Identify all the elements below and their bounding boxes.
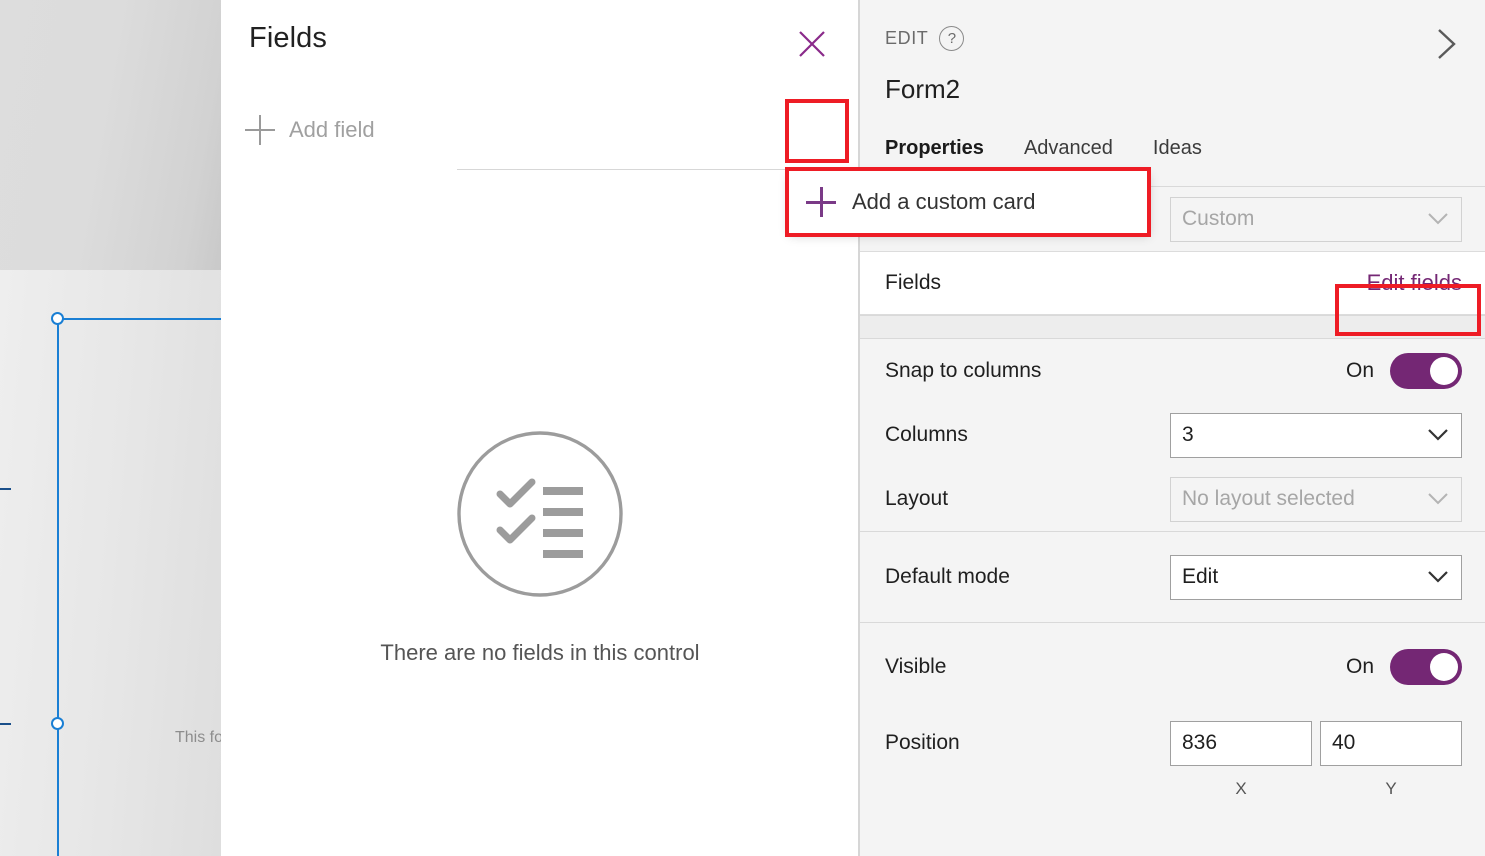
- add-custom-card-menu-item[interactable]: Add a custom card: [789, 171, 1149, 233]
- columns-value: 3: [1182, 423, 1194, 446]
- group-layout: Snap to columns On Columns 3 Layout No l…: [860, 339, 1485, 531]
- properties-panel-header: EDIT ? Form2: [860, 0, 1485, 136]
- visible-label: Visible: [885, 655, 947, 678]
- position-label: Position: [885, 731, 960, 754]
- checklist-icon: [457, 431, 623, 597]
- default-mode-select[interactable]: Edit: [1170, 554, 1462, 600]
- row-snap-to-columns: Snap to columns On: [860, 339, 1485, 403]
- tab-ideas[interactable]: Ideas: [1153, 137, 1202, 167]
- add-custom-card-label: Add a custom card: [852, 189, 1036, 214]
- help-icon[interactable]: ?: [939, 26, 965, 51]
- toggle-knob: [1430, 653, 1458, 681]
- visible-state: On: [1345, 655, 1374, 678]
- tab-properties[interactable]: Properties: [885, 137, 984, 170]
- row-default-mode: Default mode Edit: [860, 532, 1485, 622]
- selection-outline-top: [57, 318, 221, 320]
- app-root: This fo Fields Add field ···: [0, 0, 1485, 856]
- chevron-down-icon: [1428, 571, 1448, 583]
- row-visible: Visible On: [860, 623, 1485, 711]
- control-name: Form2: [885, 74, 961, 104]
- default-mode-value: Edit: [1182, 565, 1219, 588]
- properties-panel: EDIT ? Form2 Properties Advanced Ideas D…: [859, 0, 1485, 856]
- row-columns: Columns 3: [860, 403, 1485, 467]
- plus-icon: [806, 187, 836, 217]
- plus-icon: [245, 114, 277, 146]
- snap-to-columns-state: On: [1345, 359, 1374, 382]
- position-y-input[interactable]: 40: [1320, 720, 1462, 766]
- fields-panel-title: Fields: [249, 22, 327, 54]
- fields-empty-message: There are no fields in this control: [380, 640, 700, 665]
- group-default-mode: Default mode Edit: [860, 531, 1485, 622]
- default-mode-label: Default mode: [885, 565, 1010, 588]
- selection-outline-left: [57, 318, 59, 856]
- snap-to-columns-label: Snap to columns: [885, 359, 1042, 382]
- add-field-label: Add field: [289, 117, 375, 142]
- chevron-down-icon: [1428, 493, 1448, 505]
- data-source-select[interactable]: Custom: [1170, 196, 1462, 242]
- canvas-edge-tick: [0, 488, 11, 490]
- fields-row-label: Fields: [885, 271, 942, 294]
- selection-handle-middle-left[interactable]: [51, 717, 64, 730]
- canvas-form-hint-text: This fo: [175, 729, 221, 746]
- canvas-edge-tick: [0, 723, 11, 725]
- row-fields: Fields Edit fields: [860, 251, 1485, 315]
- edit-label: EDIT: [885, 28, 929, 48]
- canvas-toolbar-backdrop: [0, 0, 221, 270]
- row-layout: Layout No layout selected: [860, 467, 1485, 531]
- position-x-input[interactable]: 836: [1170, 720, 1312, 766]
- tab-advanced[interactable]: Advanced: [1024, 137, 1113, 167]
- edit-mode-indicator: EDIT ?: [885, 26, 965, 51]
- add-field-button[interactable]: Add field: [245, 114, 375, 146]
- edit-fields-link[interactable]: Edit fields: [1367, 270, 1462, 296]
- fields-panel: Fields Add field ···: [221, 0, 1066, 856]
- toggle-knob: [1430, 357, 1458, 385]
- properties-rows: Data source Custom Fields Edit: [860, 186, 1485, 856]
- position-axis-captions: X Y: [1170, 779, 1462, 799]
- group-appearance: Visible On Position 836 40 X Y: [860, 622, 1485, 798]
- add-field-row: Add field: [221, 100, 859, 160]
- close-icon[interactable]: [792, 24, 832, 64]
- canvas-screen-surface[interactable]: [0, 270, 221, 856]
- app-canvas[interactable]: This fo: [0, 0, 221, 856]
- section-divider-band: [860, 315, 1485, 339]
- layout-label: Layout: [885, 487, 949, 510]
- data-source-value: Custom: [1182, 207, 1255, 230]
- position-x-caption: X: [1235, 779, 1247, 798]
- position-y-caption: Y: [1385, 779, 1397, 798]
- fields-empty-state: There are no fields in this control: [221, 430, 859, 666]
- layout-select[interactable]: No layout selected: [1170, 476, 1462, 522]
- snap-to-columns-toggle[interactable]: [1390, 353, 1462, 389]
- columns-label: Columns: [885, 423, 968, 446]
- layout-value: No layout selected: [1182, 487, 1355, 510]
- chevron-down-icon: [1428, 213, 1448, 225]
- chevron-right-icon[interactable]: [1424, 22, 1468, 66]
- columns-select[interactable]: 3: [1170, 412, 1462, 458]
- row-position: Position 836 40 X Y: [860, 711, 1485, 798]
- selection-handle-top-left[interactable]: [51, 312, 64, 325]
- visible-toggle[interactable]: [1390, 649, 1462, 685]
- chevron-down-icon: [1428, 429, 1448, 441]
